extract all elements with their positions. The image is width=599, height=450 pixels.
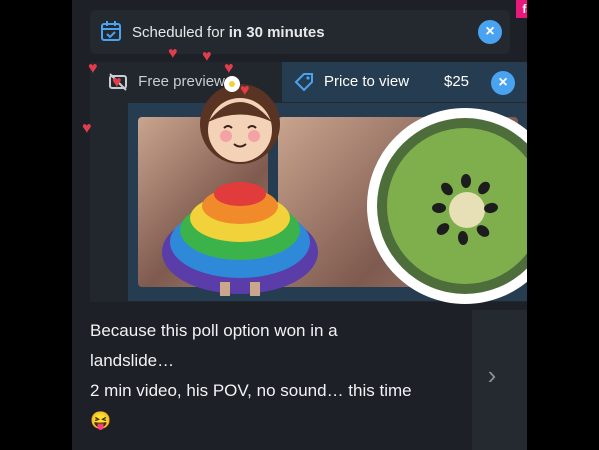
caption-emoji: 😝 <box>90 411 112 430</box>
caption-line: landslide… <box>90 351 175 370</box>
kiwi-sticker <box>367 108 527 304</box>
caption-line: 2 min video, his POV, no sound… this tim… <box>90 381 412 400</box>
scheduled-text: Scheduled for in 30 minutes <box>132 24 325 41</box>
scheduled-prefix: Scheduled for <box>132 24 225 41</box>
scheduled-value: in 30 minutes <box>228 24 325 41</box>
price-value[interactable]: $25 <box>444 73 469 90</box>
watermark: fapellino.net <box>516 0 527 18</box>
post-editor: Scheduled for in 30 minutes × Free previ… <box>72 0 527 450</box>
caption-line: Because this poll option won in a <box>90 321 338 340</box>
girl-sticker <box>162 76 318 296</box>
chevron-right-icon[interactable]: › <box>472 360 512 390</box>
scheduled-bar[interactable]: Scheduled for in 30 minutes × <box>90 10 510 54</box>
close-icon[interactable]: × <box>491 71 515 95</box>
post-caption[interactable]: Because this poll option won in a landsl… <box>90 316 460 436</box>
close-icon[interactable]: × <box>478 20 502 44</box>
calendar-check-icon <box>101 21 121 41</box>
